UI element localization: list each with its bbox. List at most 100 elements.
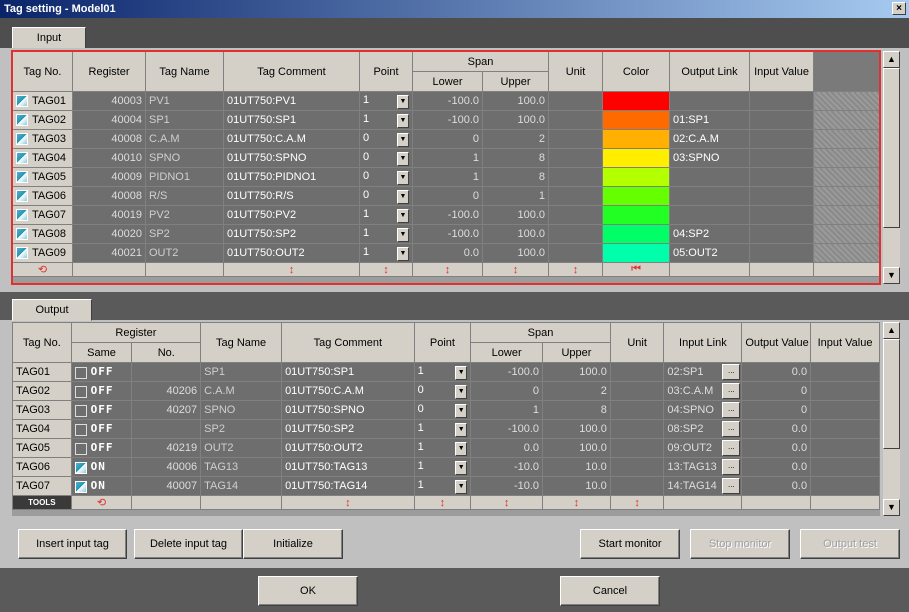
tag-comment-cell[interactable]: 01UT750:C.A.M — [223, 129, 360, 149]
input-link-cell[interactable]: 08:SP2... — [663, 419, 743, 439]
out-tag-name-cell[interactable]: OUT2 — [200, 438, 283, 458]
same-toggle-cell[interactable]: OFF — [70, 400, 133, 420]
same-toggle-cell[interactable]: ON — [70, 476, 133, 496]
output-link-cell[interactable]: 02:C.A.M — [669, 129, 751, 149]
out-span-upper-cell[interactable]: 10.0 — [542, 457, 611, 477]
delete-input-tag-button[interactable]: Delete input tag — [134, 529, 243, 559]
browse-link-button[interactable]: ... — [722, 421, 741, 437]
output-link-cell[interactable]: 05:OUT2 — [669, 243, 751, 263]
dropdown-arrow-icon[interactable]: ▼ — [455, 384, 468, 399]
tag-no-cell[interactable]: TAG09 — [12, 243, 73, 263]
span-lower-cell[interactable]: -100.0 — [412, 110, 483, 130]
out-tag-comment-cell[interactable]: 01UT750:C.A.M — [281, 381, 415, 401]
color-swatch[interactable] — [602, 224, 671, 244]
input-link-cell[interactable]: 03:C.A.M... — [663, 381, 743, 401]
register-no-cell[interactable] — [131, 419, 202, 439]
unit-cell[interactable] — [548, 167, 604, 187]
initialize-button[interactable]: Initialize — [243, 529, 343, 559]
tag-checkbox-icon[interactable] — [16, 209, 28, 222]
output-value-cell[interactable]: 0 — [741, 400, 812, 420]
output-value-cell[interactable]: 0.0 — [741, 457, 812, 477]
output-link-cell[interactable]: 03:SPNO — [669, 148, 751, 168]
tag-checkbox-icon[interactable] — [16, 171, 28, 184]
register-cell[interactable]: 40008 — [72, 129, 146, 149]
output-link-cell[interactable] — [669, 205, 751, 225]
out-point-cell[interactable]: 1 ▼ — [413, 476, 472, 496]
tag-name-cell[interactable]: SP2 — [145, 224, 224, 244]
register-cell[interactable]: 40019 — [72, 205, 146, 225]
sort-arrow-icon[interactable]: ↕ — [412, 262, 483, 277]
browse-link-button[interactable]: ... — [722, 459, 741, 475]
span-upper-cell[interactable]: 100.0 — [481, 224, 550, 244]
dropdown-arrow-icon[interactable]: ▼ — [397, 170, 409, 185]
register-no-cell[interactable]: 40207 — [131, 400, 202, 420]
tag-comment-cell[interactable]: 01UT750:SPNO — [223, 148, 360, 168]
tag-comment-cell[interactable]: 01UT750:SP2 — [223, 224, 360, 244]
out-point-cell[interactable]: 0 ▼ — [413, 381, 472, 401]
input-link-cell[interactable]: 13:TAG13... — [663, 457, 743, 477]
output-link-cell[interactable] — [669, 186, 751, 206]
dropdown-arrow-icon[interactable]: ▼ — [397, 113, 409, 128]
tag-no-cell[interactable]: TAG08 — [12, 224, 73, 244]
point-cell[interactable]: 1 ▼ — [359, 91, 413, 111]
point-cell[interactable]: 0 ▼ — [359, 167, 413, 187]
output-value-cell[interactable]: 0.0 — [741, 362, 812, 382]
sort-arrow-icon[interactable]: ↕ — [542, 495, 611, 510]
point-cell[interactable]: 1 ▼ — [359, 224, 413, 244]
tag-no-cell[interactable]: TAG06 — [12, 186, 73, 206]
tag-name-cell[interactable]: R/S — [145, 186, 224, 206]
out-point-cell[interactable]: 1 ▼ — [413, 457, 472, 477]
tag-comment-cell[interactable]: 01UT750:SP1 — [223, 110, 360, 130]
same-checkbox-icon[interactable] — [74, 480, 87, 493]
out-unit-cell[interactable] — [609, 362, 665, 382]
dropdown-arrow-icon[interactable]: ▼ — [455, 479, 468, 494]
output-value-cell[interactable]: 0.0 — [741, 419, 812, 439]
out-tag-comment-cell[interactable]: 01UT750:TAG14 — [281, 476, 415, 496]
color-swatch[interactable] — [602, 148, 671, 168]
browse-link-button[interactable]: ... — [722, 364, 741, 380]
output-link-cell[interactable] — [669, 167, 751, 187]
dropdown-arrow-icon[interactable]: ▼ — [397, 151, 409, 166]
output-link-cell[interactable]: 04:SP2 — [669, 224, 751, 244]
browse-link-button[interactable]: ... — [722, 478, 741, 494]
out-unit-cell[interactable] — [609, 457, 665, 477]
color-swatch[interactable] — [602, 167, 671, 187]
same-toggle-cell[interactable]: OFF — [70, 419, 133, 439]
scroll-up-icon[interactable]: ▲ — [883, 51, 900, 68]
span-upper-cell[interactable]: 8 — [481, 148, 550, 168]
browse-link-button[interactable]: ... — [722, 402, 741, 418]
tag-no-cell[interactable]: TAG05 — [12, 167, 73, 187]
point-cell[interactable]: 1 ▼ — [359, 110, 413, 130]
sort-arrow-icon[interactable]: ↕ — [223, 262, 360, 277]
sort-arrow-icon[interactable]: ↕ — [548, 262, 604, 277]
tag-no-cell[interactable]: TAG04 — [12, 148, 73, 168]
register-no-cell[interactable]: 40219 — [131, 438, 202, 458]
scroll-down-icon[interactable]: ▼ — [883, 267, 900, 284]
tag-comment-cell[interactable]: 01UT750:PIDNO1 — [223, 167, 360, 187]
out-tag-comment-cell[interactable]: 01UT750:OUT2 — [281, 438, 415, 458]
same-checkbox-icon[interactable] — [74, 366, 87, 379]
span-lower-cell[interactable]: 0.0 — [412, 243, 483, 263]
sort-arrow-icon[interactable]: ↕ — [413, 495, 472, 510]
span-lower-cell[interactable]: -100.0 — [412, 205, 483, 225]
span-lower-cell[interactable]: 0 — [412, 129, 483, 149]
span-lower-cell[interactable]: 0 — [412, 186, 483, 206]
tag-name-cell[interactable]: PV1 — [145, 91, 224, 111]
out-span-lower-cell[interactable]: 0 — [470, 381, 544, 401]
span-upper-cell[interactable]: 100.0 — [481, 205, 550, 225]
unit-cell[interactable] — [548, 148, 604, 168]
register-cell[interactable]: 40008 — [72, 186, 146, 206]
tag-name-cell[interactable]: C.A.M — [145, 129, 224, 149]
tag-no-cell[interactable]: TAG01 — [12, 91, 73, 111]
span-upper-cell[interactable]: 2 — [481, 129, 550, 149]
sort-arrow-icon[interactable]: ↕ — [609, 495, 665, 510]
tag-no-cell[interactable]: TAG02 — [12, 110, 73, 130]
same-checkbox-icon[interactable] — [74, 423, 87, 436]
dropdown-arrow-icon[interactable]: ▼ — [455, 441, 468, 456]
point-cell[interactable]: 1 ▼ — [359, 205, 413, 225]
color-marker-icon[interactable]: ⏮ — [602, 262, 671, 277]
register-cell[interactable]: 40010 — [72, 148, 146, 168]
scroll-up-icon[interactable]: ▲ — [883, 322, 900, 339]
out-tag-name-cell[interactable]: SP2 — [200, 419, 283, 439]
out-tag-name-cell[interactable]: TAG13 — [200, 457, 283, 477]
